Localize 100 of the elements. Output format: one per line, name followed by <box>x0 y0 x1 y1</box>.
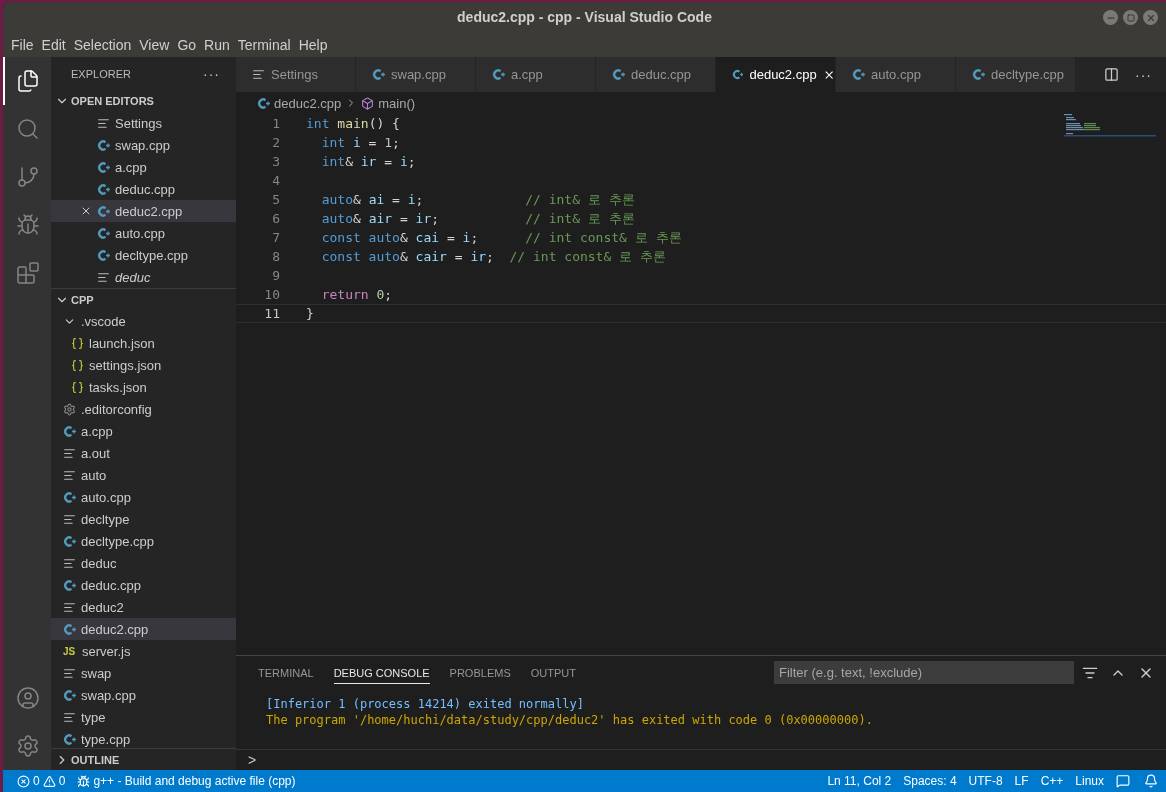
code-line: auto& air = ir; // int& 로 추론 <box>320 209 635 228</box>
c-plus-icon <box>63 578 76 592</box>
breadcrumb-item[interactable]: deduc2.cpp <box>274 95 342 111</box>
tree-item[interactable]: type <box>51 706 236 728</box>
menu-item[interactable]: File <box>9 36 38 53</box>
c-plus-icon <box>972 68 985 81</box>
lines-icon <box>97 270 110 284</box>
tree-item[interactable]: JS server.js <box>51 640 236 662</box>
tree-item[interactable]: deduc2.cpp <box>51 618 236 640</box>
menu-item[interactable]: Run <box>202 36 234 53</box>
sidebar-title: EXPLORER <box>71 67 131 80</box>
tree-item[interactable]: type.cpp <box>51 728 236 748</box>
tree-item[interactable]: a.out <box>51 442 236 464</box>
error-icon <box>17 774 30 788</box>
editor-tab[interactable]: decltype.cpp <box>956 57 1076 92</box>
c-plus-icon <box>97 160 110 174</box>
panel-tab[interactable]: TERMINAL <box>258 661 314 684</box>
filter-field[interactable]: Filter (e.g. text, !exclude) <box>774 661 1074 684</box>
tree-item[interactable]: swap.cpp <box>51 684 236 706</box>
tree-item[interactable]: settings.json <box>51 354 236 376</box>
panel-tab[interactable]: OUTPUT <box>530 661 576 684</box>
status-item[interactable]: C++ <box>1040 774 1064 788</box>
tree-item[interactable]: auto.cpp <box>51 486 236 508</box>
square-icon <box>1126 13 1135 22</box>
code-line: const auto& cair = ir; // int const& 로 추론 <box>320 247 666 266</box>
tree-item[interactable]: deduc.cpp <box>51 574 236 596</box>
section-header[interactable]: OPEN EDITORS <box>51 90 236 112</box>
menu-item[interactable]: Terminal <box>235 36 295 53</box>
menu-item[interactable]: Help <box>296 36 332 53</box>
cube-icon <box>361 96 375 110</box>
open-editor-item[interactable]: deduc <box>51 266 236 288</box>
js-file-icon: JS <box>63 645 77 657</box>
tree-item[interactable]: auto <box>51 464 236 486</box>
menu-item[interactable]: View <box>137 36 174 53</box>
section-header[interactable]: CPP <box>51 288 236 310</box>
panel-tab[interactable]: DEBUG CONSOLE <box>333 661 430 684</box>
bell-icon[interactable] <box>1144 774 1158 788</box>
status-item[interactable]: Ln 11, Col 2 <box>827 774 892 788</box>
more-actions-button[interactable]: ··· <box>203 65 220 82</box>
tree-item[interactable]: .vscode <box>51 310 236 332</box>
tree-item[interactable]: tasks.json <box>51 376 236 398</box>
editor-tab[interactable]: auto.cpp <box>836 57 956 92</box>
editor-tab[interactable]: Settings <box>236 57 356 92</box>
status-item[interactable]: LF <box>1014 774 1029 788</box>
bug-icon <box>77 774 91 788</box>
editor-tab[interactable]: deduc2.cpp <box>716 57 836 92</box>
editor-tab[interactable]: a.cpp <box>476 57 596 92</box>
open-editor-item[interactable]: swap.cpp <box>51 134 236 156</box>
line-number: 10 <box>263 287 280 302</box>
breadcrumb-item[interactable]: main() <box>378 95 416 111</box>
open-editor-item[interactable]: auto.cpp <box>51 222 236 244</box>
lines-icon <box>252 68 265 81</box>
menu-item[interactable]: Edit <box>39 36 70 53</box>
lines-icon <box>63 556 76 570</box>
open-editor-item[interactable]: deduc2.cpp <box>51 200 236 222</box>
minimize-button[interactable] <box>1103 10 1118 25</box>
more-actions-button[interactable]: ··· <box>1135 66 1152 83</box>
tree-item[interactable]: decltype.cpp <box>51 530 236 552</box>
line-number: 4 <box>271 173 280 188</box>
tree-item[interactable]: deduc <box>51 552 236 574</box>
lines-icon <box>63 446 76 460</box>
status-item[interactable]: UTF-8 <box>968 774 1003 788</box>
split-editor-icon[interactable] <box>1104 67 1119 82</box>
tree-item[interactable]: a.cpp <box>51 420 236 442</box>
open-editor-item[interactable]: decltype.cpp <box>51 244 236 266</box>
task-status[interactable]: g++ - Build and debug active file (cpp) <box>77 774 296 788</box>
line-number: 5 <box>271 192 280 207</box>
c-plus-icon <box>63 688 76 702</box>
console-output-line: The program '/home/huchi/data/study/cpp/deduc2' has exited with code 0 (0x00000000). <box>266 713 874 727</box>
tree-item[interactable]: launch.json <box>51 332 236 354</box>
line-number: 2 <box>271 135 280 150</box>
open-editor-item[interactable]: Settings <box>51 112 236 134</box>
problems-status[interactable]: 0 0 <box>17 774 66 788</box>
lines-icon <box>97 116 110 130</box>
panel-tab[interactable]: PROBLEMS <box>449 661 511 684</box>
line-number: 9 <box>271 268 280 283</box>
c-plus-icon <box>97 182 110 196</box>
open-editor-item[interactable]: a.cpp <box>51 156 236 178</box>
line-number: 8 <box>271 249 280 264</box>
tree-item[interactable]: swap <box>51 662 236 684</box>
lines-icon <box>63 710 76 724</box>
c-plus-icon <box>372 68 385 81</box>
close-button[interactable] <box>1143 10 1158 25</box>
tree-item[interactable]: .editorconfig <box>51 398 236 420</box>
maximize-button[interactable] <box>1123 10 1138 25</box>
status-item[interactable]: Spaces: 4 <box>903 774 957 788</box>
console-prompt[interactable]: > <box>248 752 257 768</box>
feedback-icon[interactable] <box>1116 774 1130 788</box>
editor-tab[interactable]: deduc.cpp <box>596 57 716 92</box>
editor-tab[interactable]: swap.cpp <box>356 57 476 92</box>
braces-icon <box>71 336 84 350</box>
menu-item[interactable]: Go <box>175 36 201 53</box>
braces-icon <box>71 358 84 372</box>
open-editor-item[interactable]: deduc.cpp <box>51 178 236 200</box>
status-item[interactable]: Linux <box>1075 774 1104 788</box>
code-line: const auto& cai = i; // int const& 로 추론 <box>320 228 682 247</box>
lines-icon <box>63 666 76 680</box>
menu-item[interactable]: Selection <box>71 36 136 53</box>
tree-item[interactable]: deduc2 <box>51 596 236 618</box>
tree-item[interactable]: decltype <box>51 508 236 530</box>
